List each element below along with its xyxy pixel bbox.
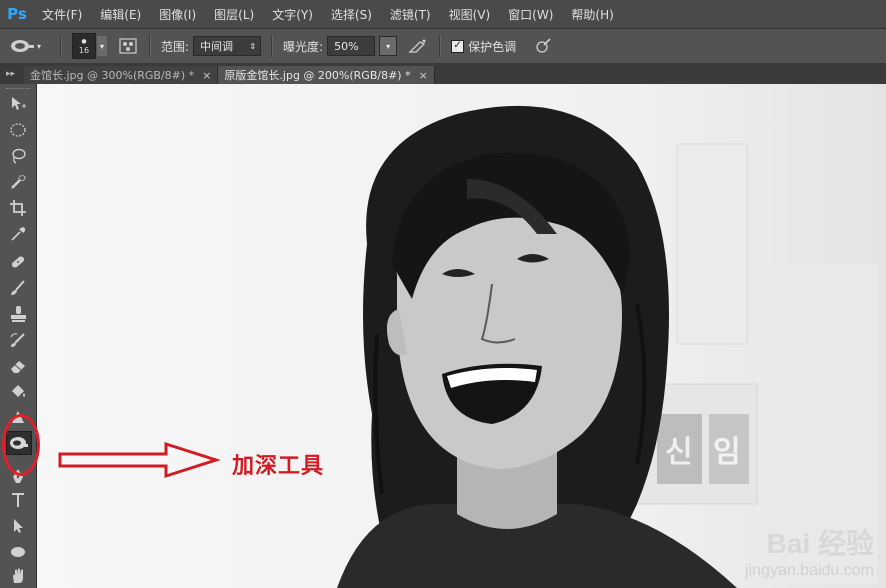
brush-dot-icon: ● — [81, 37, 87, 45]
range-select[interactable]: 中间调 ⇕ — [193, 36, 262, 56]
crop-tool-icon[interactable] — [6, 197, 30, 219]
menu-select[interactable]: 选择(S) — [331, 6, 372, 23]
photo-image: 신 임 — [37, 84, 886, 588]
move-tool-icon[interactable] — [6, 93, 30, 115]
pressure-size-toggle[interactable] — [532, 35, 554, 57]
clone-stamp-tool-icon[interactable] — [6, 303, 30, 325]
divider — [149, 35, 151, 57]
menu-edit[interactable]: 编辑(E) — [100, 6, 141, 23]
document-tab-bar: ▸▸ 金馆长.jpg @ 300%(RGB/8#) * × 原版金馆长.jpg … — [0, 64, 886, 84]
brush-panel-toggle[interactable] — [117, 35, 139, 57]
range-label: 范围: — [161, 39, 190, 54]
path-selection-tool-icon[interactable] — [6, 515, 30, 537]
menu-type[interactable]: 文字(Y) — [272, 6, 313, 23]
up-down-arrows-icon: ⇕ — [249, 41, 257, 51]
airbrush-toggle[interactable] — [407, 35, 429, 57]
protect-tones-label: 保护色调 — [468, 39, 517, 54]
brush-tool-icon[interactable] — [6, 277, 30, 299]
divider — [271, 35, 274, 57]
exposure-label: 曝光度: — [283, 39, 324, 54]
type-tool-icon[interactable] — [6, 489, 30, 511]
menu-window[interactable]: 窗口(W) — [508, 6, 553, 23]
menu-layer[interactable]: 图层(L) — [214, 6, 254, 23]
panel-grip[interactable] — [6, 88, 30, 92]
paint-bucket-tool-icon[interactable] — [6, 381, 30, 403]
chevron-down-icon: ▾ — [37, 41, 42, 51]
pen-pressure-icon — [536, 38, 551, 53]
baidu-watermark: Bai 经验 jingyan.baidu.com — [745, 522, 874, 580]
svg-text:임: 임 — [713, 435, 741, 470]
quick-selection-tool-icon[interactable] — [6, 171, 30, 193]
protect-tones-checkbox[interactable]: ✓ — [451, 39, 465, 53]
menu-view[interactable]: 视图(V) — [449, 6, 491, 23]
elliptical-marquee-tool-icon[interactable] — [6, 119, 30, 141]
burn-tool-icon — [11, 40, 34, 52]
annotation-label: 加深工具 — [232, 454, 325, 479]
brush-preset-picker[interactable]: ● 16 — [72, 33, 96, 59]
brush-dropdown-button[interactable]: ▾ — [97, 36, 107, 56]
divider — [60, 35, 62, 57]
menu-bar: Ps 文件(F) 编辑(E) 图像(I) 图层(L) 文字(Y) 选择(S) 滤… — [0, 0, 886, 29]
annotation-arrow-icon — [58, 441, 221, 479]
checkmark-icon: ✓ — [453, 40, 462, 51]
menu-file[interactable]: 文件(F) — [42, 6, 82, 23]
tab-title: 金馆长.jpg @ 300%(RGB/8#) * — [30, 69, 195, 82]
hand-tool-icon[interactable] — [6, 565, 30, 587]
tab-document-2[interactable]: 原版金馆长.jpg @ 200%(RGB/8#) * × — [218, 66, 435, 84]
tab-title: 原版金馆长.jpg @ 200%(RGB/8#) * — [224, 69, 411, 82]
history-brush-tool-icon[interactable] — [6, 329, 30, 351]
eraser-tool-icon[interactable] — [6, 355, 30, 377]
exposure-input[interactable]: 50% — [327, 36, 376, 56]
tools-panel — [0, 84, 37, 588]
menu-filter[interactable]: 滤镜(T) — [390, 6, 431, 23]
menu-help[interactable]: 帮助(H) — [571, 6, 613, 23]
exposure-dropdown-button[interactable]: ▾ — [379, 36, 398, 56]
document-canvas[interactable]: 신 임 Bai 经验 jingyan.baidu.com — [37, 84, 886, 588]
watermark-brand: Bai 经验 — [766, 528, 874, 559]
brush-size-value: 16 — [78, 45, 90, 55]
tab-document-1[interactable]: 金馆长.jpg @ 300%(RGB/8#) * × — [24, 66, 219, 84]
highlight-circle — [2, 414, 40, 476]
watermark-url: jingyan.baidu.com — [745, 562, 874, 579]
close-icon[interactable]: × — [419, 69, 428, 82]
airbrush-icon — [408, 39, 426, 53]
brush-panel-icon — [119, 38, 137, 54]
tool-preset-picker[interactable]: ▾ — [10, 34, 50, 58]
exposure-value: 50% — [334, 39, 359, 53]
lasso-tool-icon[interactable] — [6, 145, 30, 167]
divider — [439, 35, 442, 57]
eyedropper-tool-icon[interactable] — [6, 223, 30, 245]
close-icon[interactable]: × — [202, 69, 211, 82]
range-value: 中间调 — [200, 40, 234, 53]
spot-healing-brush-tool-icon[interactable] — [6, 251, 30, 273]
ellipse-tool-icon[interactable] — [6, 541, 30, 563]
chevron-down-icon: ▾ — [386, 41, 391, 51]
svg-text:신: 신 — [665, 435, 693, 470]
menu-image[interactable]: 图像(I) — [159, 6, 196, 23]
chevron-down-icon: ▾ — [99, 41, 104, 51]
photoshop-logo: Ps — [7, 5, 27, 23]
options-bar: ▾ ● 16 ▾ 范围: 中间调 ⇕ 曝光度: 50% ▾ ✓ 保护色调 — [0, 29, 886, 64]
